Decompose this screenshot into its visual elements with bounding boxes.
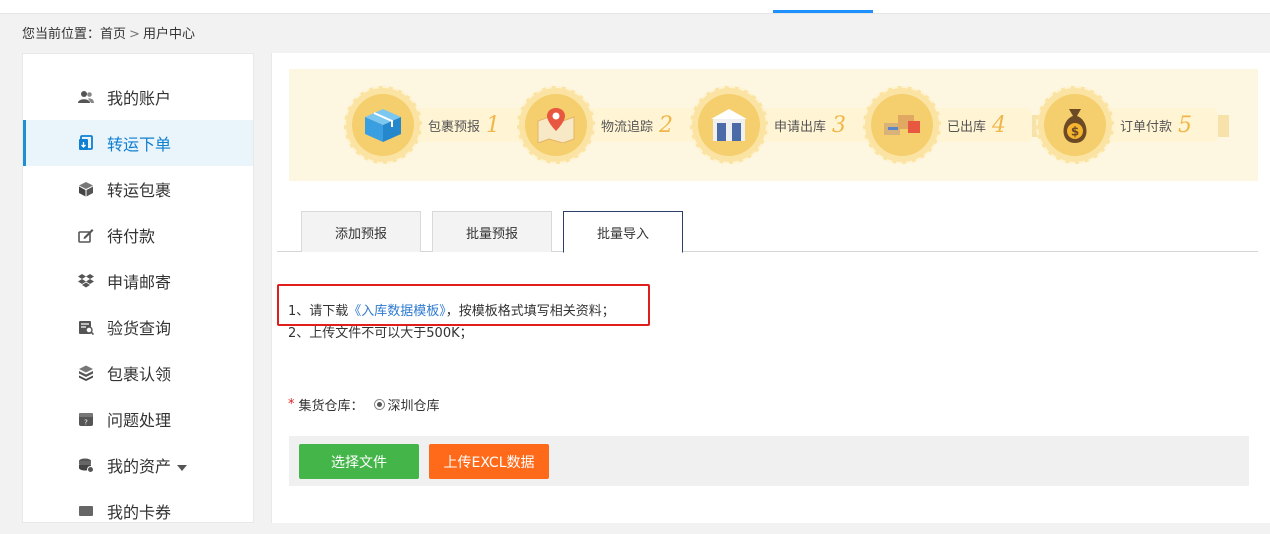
process-steps: 包裹预报 1 物流追踪 2 申请出库 3 已出库 4 订单付款 5 $ (289, 69, 1258, 181)
sidebar-item-label: 我的账户 (107, 89, 172, 108)
warehouse-field: * 集货仓库： 深圳仓库 (288, 395, 440, 414)
chevron-down-icon[interactable] (177, 464, 188, 471)
breadcrumb-prefix: 您当前位置： (22, 27, 101, 42)
coins-icon (77, 456, 95, 474)
tab-batch-import[interactable]: 批量导入 (563, 211, 683, 253)
sidebar-item-label: 转运包裹 (107, 181, 172, 200)
step-circle (690, 86, 768, 164)
import-instructions: 1、请下载《入库数据模板》，按模板格式填写相关资料； 2、上传文件不可以大于50… (288, 301, 615, 345)
pen-icon (77, 226, 95, 244)
package-icon (352, 94, 414, 156)
claim-icon (77, 364, 95, 382)
problem-icon: ? (77, 410, 95, 428)
warehouse-icon (698, 94, 760, 156)
step-number: 1 (486, 112, 501, 138)
step-circle (517, 86, 595, 164)
breadcrumb-separator: > (129, 27, 140, 42)
sidebar-item-pending-payment[interactable]: 待付款 (23, 212, 253, 258)
step-label: 物流追踪 2 (579, 108, 700, 142)
top-nav-bar (0, 0, 1270, 14)
step-circle (344, 86, 422, 164)
sidebar-item-label: 我的资产 (107, 453, 188, 477)
map-pin-icon (525, 94, 587, 156)
step-label: 包裹预报 1 (406, 108, 527, 142)
step-circle: $ (1036, 86, 1114, 164)
instruction-text: ，按模板格式填写相关资料； (445, 304, 615, 319)
choose-file-button[interactable]: 选择文件 (299, 444, 419, 479)
step-number: 5 (1178, 112, 1193, 138)
step-label-text: 申请出库 (774, 119, 827, 135)
top-nav-active-indicator (773, 10, 873, 13)
instruction-line-1: 1、请下载《入库数据模板》，按模板格式填写相关资料； (288, 301, 615, 323)
step-label-text: 物流追踪 (601, 119, 654, 135)
step-label: 申请出库 3 (752, 108, 873, 142)
inspect-icon (77, 318, 95, 336)
order-icon (77, 134, 95, 152)
breadcrumb-home-link[interactable]: 首页 (100, 27, 126, 42)
step-number: 3 (832, 112, 847, 138)
tab-batch-forecast[interactable]: 批量预报 (432, 211, 552, 252)
svg-text:?: ? (84, 419, 88, 427)
step-label: 已出库 4 (925, 108, 1033, 142)
breadcrumb-current: 用户中心 (142, 27, 195, 42)
upload-toolbar: 选择文件 上传EXCL数据 (289, 436, 1249, 486)
sidebar-item-label-text: 我的资产 (107, 457, 172, 476)
sidebar-item-my-account[interactable]: 我的账户 (23, 74, 253, 120)
sidebar-item-package-claim[interactable]: 包裹认领 (23, 350, 253, 396)
sidebar: 我的账户 转运下单 转运包裹 待付款 申请邮寄 验货查询 包裹认领 ? 问题处理… (22, 53, 254, 523)
breadcrumb: 您当前位置：首页 > 用户中心 (22, 23, 195, 42)
money-bag-icon: $ (1044, 94, 1106, 156)
upload-excel-button[interactable]: 上传EXCL数据 (429, 444, 549, 479)
boxes-icon (871, 94, 933, 156)
step-number: 4 (992, 112, 1007, 138)
step-label-text: 订单付款 (1120, 119, 1173, 135)
warehouse-radio[interactable] (373, 399, 385, 410)
step-label-text: 包裹预报 (428, 119, 481, 135)
required-mark: * (288, 397, 295, 412)
tab-bar: 添加预报 批量预报 批量导入 (277, 211, 1258, 253)
sidebar-item-label: 问题处理 (107, 411, 172, 430)
sidebar-item-my-assets[interactable]: 我的资产 (23, 442, 253, 488)
step-label-text: 已出库 (947, 119, 987, 135)
instruction-line-2: 2、上传文件不可以大于500K； (288, 326, 473, 341)
warehouse-option-label[interactable]: 深圳仓库 (388, 395, 440, 414)
main-panel: 包裹预报 1 物流追踪 2 申请出库 3 已出库 4 订单付款 5 $ 添加预报… (271, 53, 1270, 523)
sidebar-item-label: 验货查询 (107, 319, 172, 338)
svg-text:$: $ (1071, 125, 1079, 139)
instruction-text: 1、请下载 (288, 304, 349, 319)
sidebar-item-inspection-query[interactable]: 验货查询 (23, 304, 253, 350)
warehouse-label: 集货仓库： (298, 399, 364, 414)
step-label: 订单付款 5 (1098, 108, 1219, 142)
users-icon (77, 88, 95, 106)
box-icon (77, 180, 95, 198)
sidebar-item-problem-handling[interactable]: ? 问题处理 (23, 396, 253, 442)
sidebar-item-label: 转运下单 (107, 135, 172, 154)
template-download-link[interactable]: 《入库数据模板》 (348, 304, 446, 319)
sidebar-item-label: 申请邮寄 (107, 273, 172, 292)
sidebar-item-transfer-package[interactable]: 转运包裹 (23, 166, 253, 212)
sidebar-item-transfer-order[interactable]: 转运下单 (23, 120, 253, 166)
step-number: 2 (659, 112, 674, 138)
step-circle (863, 86, 941, 164)
sidebar-item-label: 待付款 (107, 227, 156, 246)
dropbox-icon (77, 272, 95, 290)
sidebar-item-label: 我的卡券 (107, 503, 172, 522)
sidebar-item-label: 包裹认领 (107, 365, 172, 384)
card-icon (77, 502, 95, 520)
sidebar-item-my-coupons[interactable]: 我的卡券 (23, 488, 253, 534)
sidebar-item-apply-mail[interactable]: 申请邮寄 (23, 258, 253, 304)
tab-add-forecast[interactable]: 添加预报 (301, 211, 421, 252)
